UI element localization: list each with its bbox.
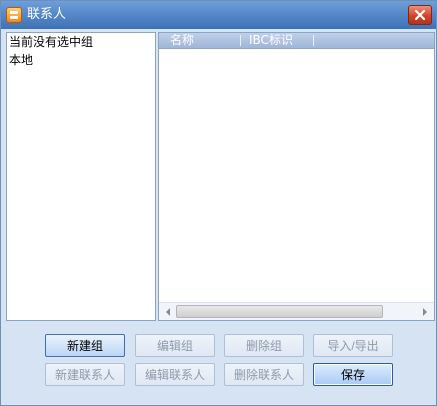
- scrollbar-thumb[interactable]: [176, 305, 383, 318]
- column-header-name[interactable]: 名称: [170, 33, 194, 48]
- scroll-left-arrow-icon[interactable]: [160, 303, 176, 321]
- close-icon: [414, 9, 426, 21]
- contacts-app-icon: [6, 7, 22, 23]
- column-header-ibc-id[interactable]: IBC标识: [249, 33, 293, 48]
- group-list-item-local[interactable]: 本地: [9, 52, 33, 69]
- save-button[interactable]: 保存: [313, 363, 393, 386]
- window-client-area: 当前没有选中组 本地 名称 IBC标识 新建组 编辑组 删除组 导入/导出 新建…: [3, 29, 435, 403]
- column-separator[interactable]: [240, 35, 241, 46]
- delete-contact-button[interactable]: 删除联系人: [224, 363, 304, 386]
- new-contact-button[interactable]: 新建联系人: [45, 363, 125, 386]
- import-export-button[interactable]: 导入/导出: [313, 334, 393, 357]
- contact-list[interactable]: 名称 IBC标识: [158, 32, 435, 321]
- delete-group-button[interactable]: 删除组: [224, 334, 304, 357]
- edit-contact-button[interactable]: 编辑联系人: [135, 363, 215, 386]
- contact-list-header: 名称 IBC标识: [159, 33, 434, 49]
- group-list[interactable]: 当前没有选中组 本地: [6, 32, 156, 321]
- contacts-window: 联系人 当前没有选中组 本地 名称 IBC标识 新建组 编辑组 删除组 导入/导…: [0, 0, 437, 406]
- title-bar[interactable]: 联系人: [1, 1, 436, 29]
- scroll-right-arrow-icon[interactable]: [417, 303, 433, 321]
- new-group-button[interactable]: 新建组: [45, 334, 125, 357]
- window-title: 联系人: [27, 7, 67, 22]
- edit-group-button[interactable]: 编辑组: [135, 334, 215, 357]
- column-separator[interactable]: [313, 35, 314, 46]
- horizontal-scrollbar[interactable]: [159, 302, 434, 321]
- close-button[interactable]: [408, 5, 432, 25]
- group-list-item-none-selected[interactable]: 当前没有选中组: [9, 34, 93, 51]
